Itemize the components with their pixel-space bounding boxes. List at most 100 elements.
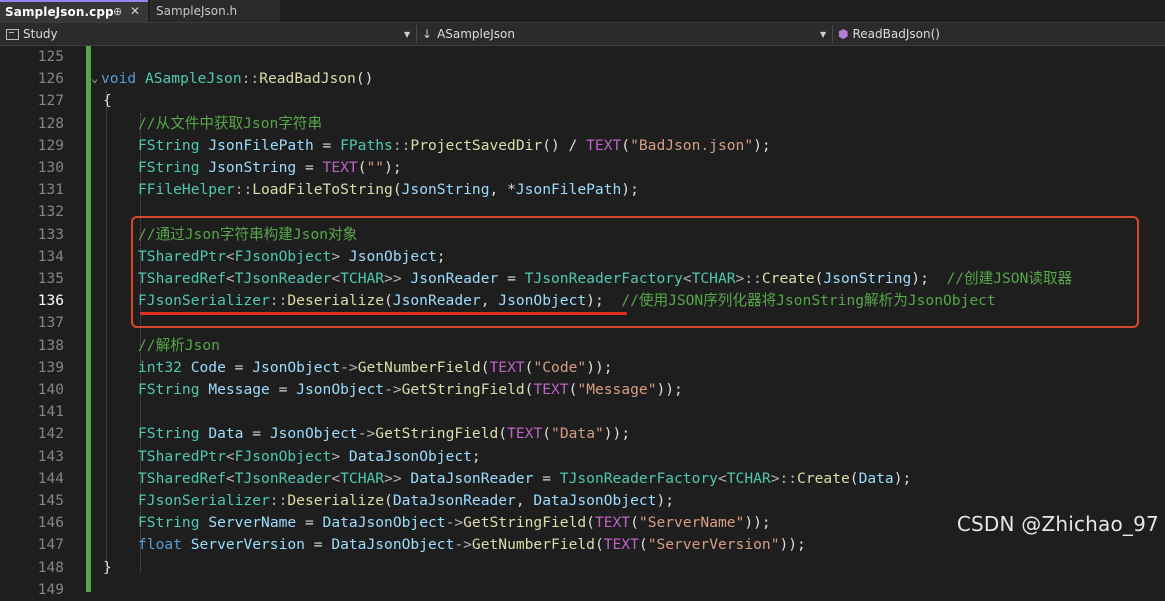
line-number: 134 — [37, 248, 64, 265]
code-token: "ServerVersion" — [647, 536, 780, 554]
code-line-140[interactable]: FString Message = JsonObject->GetStringF… — [138, 379, 683, 401]
code-line-130[interactable]: FString JsonString = TEXT(""); — [138, 157, 402, 179]
tab-samplejson-h[interactable]: SampleJson.h — [150, 0, 280, 22]
code-token: , — [515, 492, 534, 509]
code-token: ( — [638, 536, 648, 554]
code-token: DataJsonReader — [392, 492, 516, 509]
code-token: :: — [234, 181, 253, 199]
code-token: //从文件中获取Json字符串 — [138, 114, 323, 132]
scope-label: ASampleJson — [437, 27, 516, 41]
code-token: ( — [498, 425, 508, 443]
project-dropdown[interactable]: Study ▼ — [6, 23, 414, 45]
tab-label: SampleJson.cpp — [5, 5, 114, 19]
code-token: , * — [489, 181, 516, 199]
code-token: < — [225, 447, 235, 465]
code-line-146[interactable]: FString ServerName = DataJsonObject->Get… — [138, 512, 771, 534]
line-number: 130 — [37, 160, 64, 176]
code-line-143[interactable]: TSharedPtr<FJsonObject> DataJsonObject; — [138, 446, 481, 468]
scope-dropdown[interactable]: ↓ ASampleJson ▼ — [422, 23, 830, 45]
fold-toggle-icon[interactable]: ⌄ — [91, 71, 98, 85]
code-token: DataJsonObject — [348, 447, 472, 465]
project-label: Study — [23, 27, 58, 41]
code-token: Create — [797, 469, 850, 487]
code-token: ; — [471, 447, 481, 465]
code-token: GetNumberField — [357, 358, 481, 376]
code-line-128[interactable]: //从文件中获取Json字符串 — [138, 113, 322, 135]
code-token: TJsonReader — [234, 469, 332, 487]
code-token: Data — [208, 425, 244, 443]
code-token: FString — [138, 136, 200, 154]
code-token: FJsonSerializer — [138, 492, 270, 509]
code-token: TCHAR — [340, 469, 385, 487]
code-line-139[interactable]: int32 Code = JsonObject->GetNumberField(… — [138, 357, 613, 379]
code-token: = — [533, 469, 560, 487]
member-dropdown[interactable]: ⬢ ReadBadJson() — [838, 23, 1158, 45]
code-token: -> — [445, 514, 464, 532]
code-token: = — [304, 536, 332, 554]
code-line-129[interactable]: FString JsonFilePath = FPaths::ProjectSa… — [138, 135, 771, 157]
code-token: JsonObject — [296, 381, 385, 398]
code-token: >:: — [770, 469, 798, 487]
code-token: ( — [594, 536, 604, 554]
code-token: () — [355, 70, 374, 88]
code-token: :: — [392, 136, 411, 154]
code-token: DataJsonReader — [410, 469, 534, 487]
line-number: 148 — [37, 559, 64, 576]
code-token: ServerName — [208, 514, 297, 532]
code-line-138[interactable]: //解析Json — [138, 335, 220, 357]
code-line-144[interactable]: TSharedRef<TJsonReader<TCHAR>> DataJsonR… — [138, 468, 911, 490]
code-token: = — [313, 136, 341, 154]
code-token: { — [103, 92, 112, 110]
code-token: DataJsonObject — [322, 514, 446, 532]
code-line-127[interactable]: { — [103, 90, 112, 112]
method-cube-icon: ⬢ — [838, 27, 849, 41]
code-token: "BadJson.json" — [630, 136, 754, 154]
close-icon[interactable]: ✕ — [130, 4, 140, 18]
pin-icon[interactable]: ⊕ — [113, 5, 122, 18]
code-token: "ServerName" — [638, 514, 745, 532]
code-token: ( — [357, 159, 367, 176]
code-token: Deserialize — [287, 492, 385, 509]
code-token: -> — [340, 358, 358, 376]
code-token: ReadBadJson — [259, 70, 356, 88]
code-editor[interactable]: 125 126 127 128 129 130 131 132 133 134 135 136 137 1… — [0, 46, 1165, 598]
line-number: 141 — [37, 404, 64, 421]
line-number: 126 — [37, 71, 64, 88]
line-number: 138 — [37, 337, 64, 354]
code-token: JsonObject — [252, 358, 341, 376]
code-token: < — [331, 469, 341, 487]
code-line-142[interactable]: FString Data = JsonObject->GetStringFiel… — [138, 423, 630, 445]
code-token: GetStringField — [375, 425, 499, 443]
code-token: JsonString — [401, 181, 490, 199]
code-token: JsonFilePath — [208, 136, 314, 154]
code-token: void — [101, 70, 137, 88]
line-number: 129 — [37, 137, 64, 154]
code-token: -> — [384, 381, 402, 398]
code-token: FString — [138, 514, 200, 532]
tab-samplejson-cpp[interactable]: SampleJson.cpp ⊕ ✕ — [0, 0, 148, 22]
code-line-131[interactable]: FFileHelper::LoadFileToString(JsonString… — [138, 179, 639, 201]
code-line-145[interactable]: FJsonSerializer::Deserialize(DataJsonRea… — [138, 490, 674, 512]
code-line-147[interactable]: float ServerVersion = DataJsonObject->Ge… — [138, 534, 806, 556]
code-line-148[interactable]: } — [103, 557, 112, 579]
code-line-126[interactable]: void ASampleJson::ReadBadJson() — [101, 68, 373, 90]
code-token: :: — [241, 70, 260, 88]
code-token: ( — [542, 425, 552, 443]
code-token: float — [138, 536, 182, 554]
code-token: JsonObject — [269, 425, 358, 443]
member-label: ReadBadJson() — [852, 27, 940, 41]
code-token: GetStringField — [463, 514, 587, 532]
editor-tab-strip: SampleJson.cpp ⊕ ✕ SampleJson.h — [0, 0, 1165, 23]
code-token: ); — [893, 469, 912, 487]
line-number: 128 — [37, 115, 64, 132]
change-indicator-bar — [86, 46, 91, 592]
line-number: 135 — [37, 271, 64, 287]
code-token: ); — [384, 159, 402, 176]
code-token: JsonFilePath — [515, 181, 622, 199]
code-token: TEXT — [489, 358, 525, 376]
line-number: 136 — [37, 293, 64, 310]
